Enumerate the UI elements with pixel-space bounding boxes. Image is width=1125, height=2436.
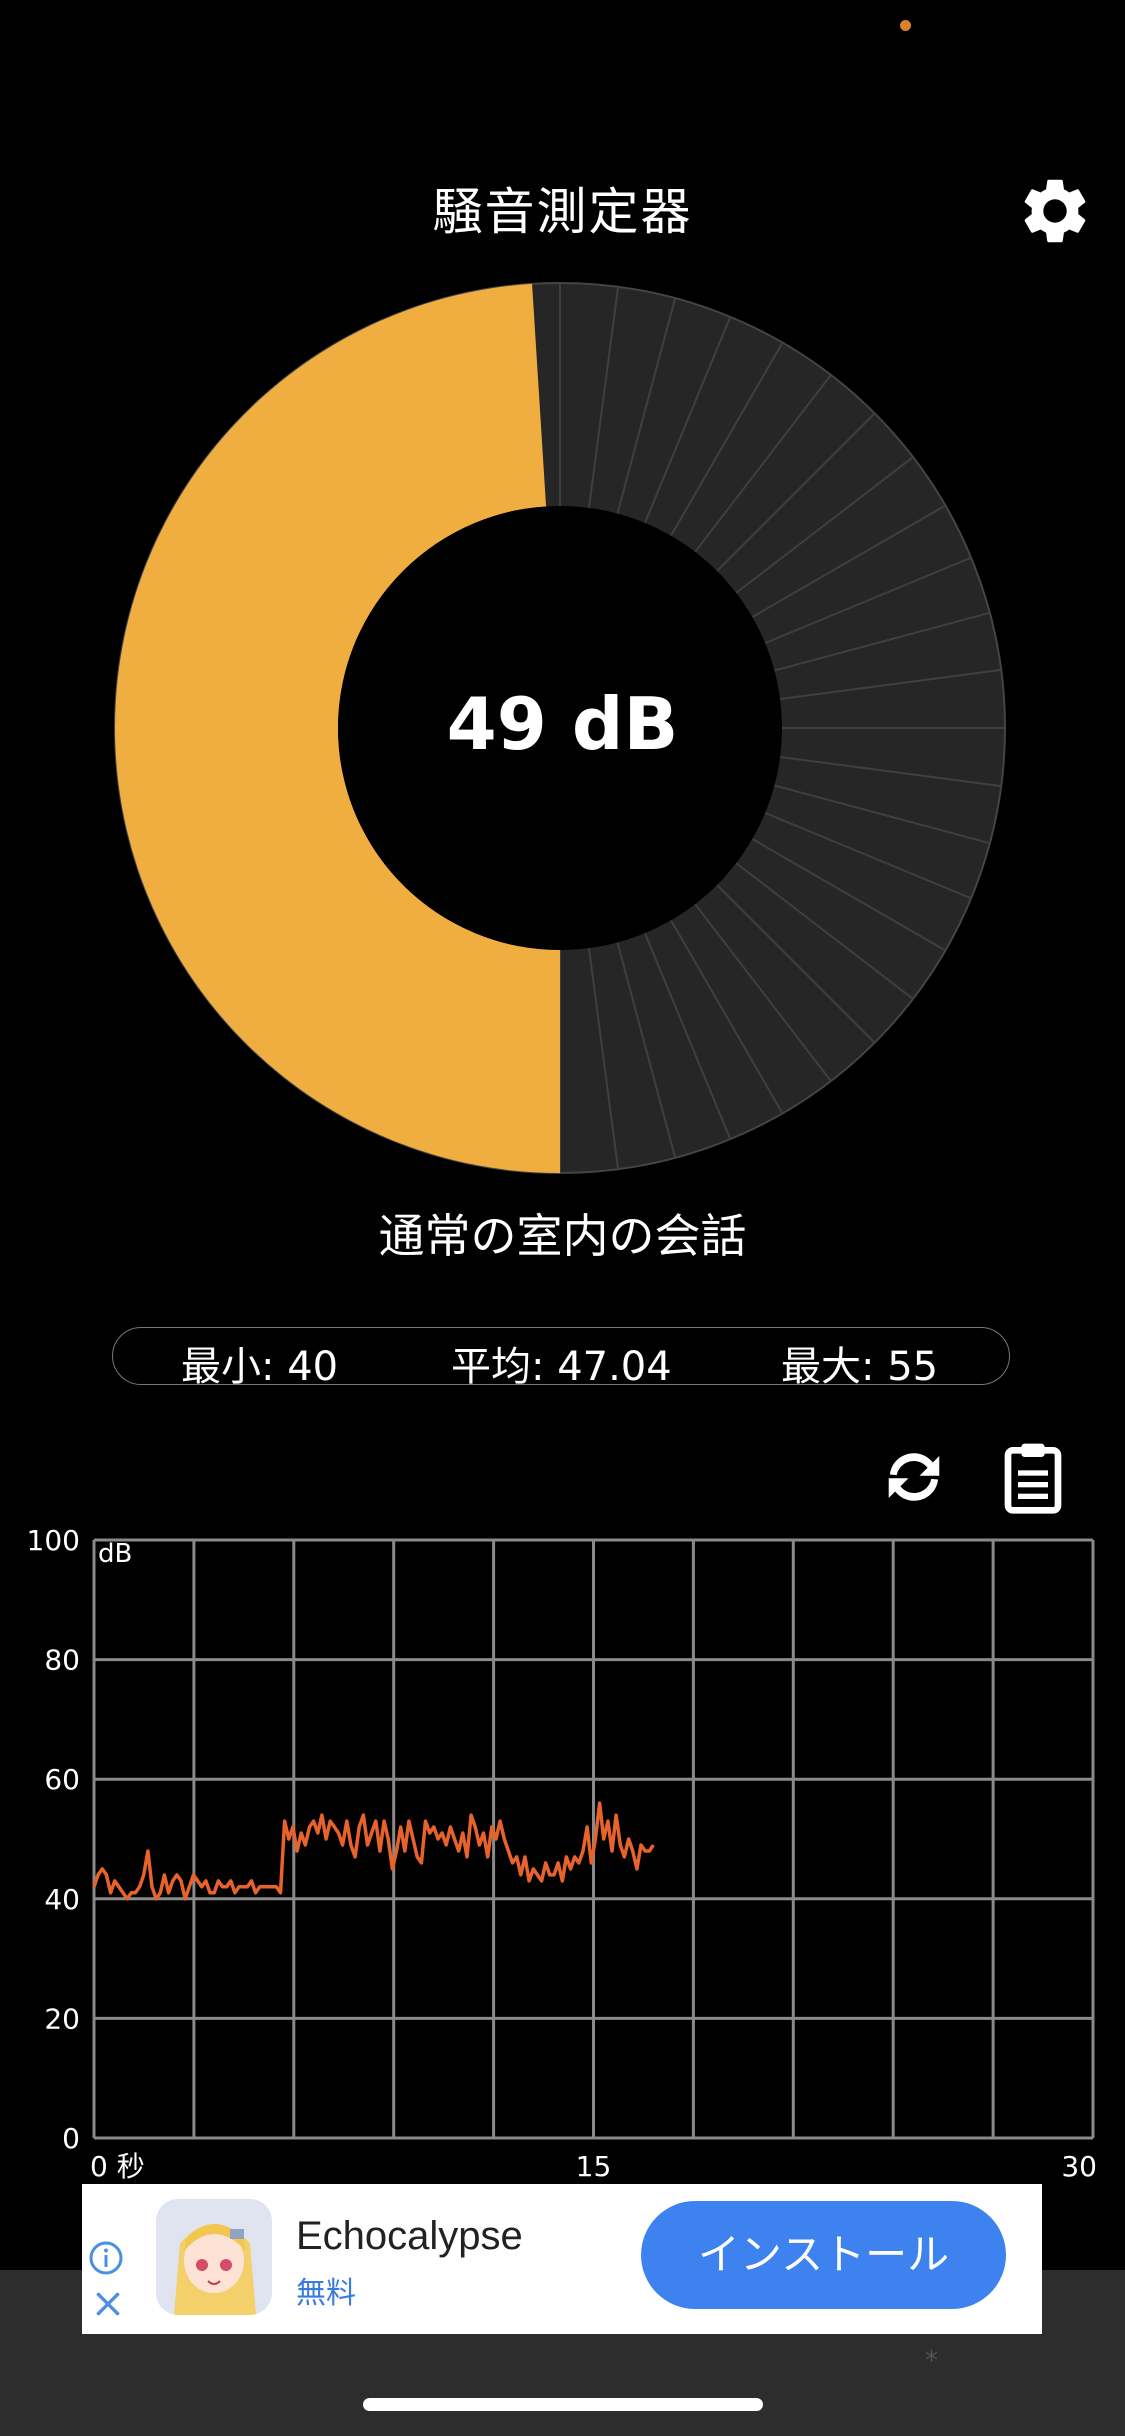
ad-app-icon[interactable] <box>156 2199 272 2315</box>
refresh-icon <box>888 1453 940 1501</box>
ad-title: Echocalypse <box>296 2214 523 2258</box>
chart-x-tick-label: 0 秒 <box>90 2150 145 2180</box>
chart-x-tick-label: 15 <box>576 2150 612 2180</box>
ad-close-button[interactable] <box>92 2288 124 2320</box>
ad-install-button[interactable]: インストール <box>641 2201 1006 2309</box>
home-indicator[interactable] <box>363 2398 763 2411</box>
chart-ticks: 0 20 40 60 80 100 0 秒 15 30 <box>27 1524 1097 2180</box>
copy-to-clipboard-button[interactable] <box>993 1436 1073 1518</box>
chart-y-tick-label: 20 <box>44 2002 80 2035</box>
chart-y-tick-label: 60 <box>44 1763 80 1796</box>
noise-level-label: 通常の室内の会話 <box>378 1209 747 1263</box>
gear-icon <box>1024 179 1086 243</box>
chart-y-tick-label: 80 <box>44 1644 80 1677</box>
stat-max: 最大: 55 <box>781 1344 939 1390</box>
ad-marker: * <box>925 2346 938 2376</box>
chart-y-unit-label: dB <box>98 1539 132 1569</box>
decibel-history-chart: dB 0 20 40 60 80 100 0 秒 15 30 <box>27 1524 1097 2180</box>
ad-banner[interactable]: Echocalypse 無料 インストール <box>82 2184 1042 2334</box>
clipboard-icon <box>1004 1443 1062 1514</box>
chart-series-line <box>92 1801 655 1901</box>
chart-y-tick-label: 40 <box>44 1883 80 1916</box>
gauge-value: 49 dB <box>446 682 679 766</box>
page-title: 騒音測定器 <box>432 183 693 241</box>
reset-button[interactable] <box>872 1440 956 1514</box>
chart-grid <box>92 1538 1095 2140</box>
chart-x-tick-label: 30 <box>1061 2150 1097 2180</box>
stat-min: 最小: 40 <box>181 1344 339 1390</box>
chart-y-tick-label: 0 <box>62 2122 80 2155</box>
settings-button[interactable] <box>1016 172 1094 250</box>
chart-y-tick-label: 100 <box>27 1524 80 1557</box>
recording-indicator-dot <box>900 20 911 31</box>
ad-info-button[interactable] <box>88 2240 124 2276</box>
ad-subtitle: 無料 <box>296 2276 356 2311</box>
info-icon <box>89 2241 123 2275</box>
stats-bar: 最小: 40 平均: 47.04 最大: 55 <box>112 1327 1010 1390</box>
close-icon <box>96 2292 120 2316</box>
stat-average: 平均: 47.04 <box>451 1344 672 1390</box>
